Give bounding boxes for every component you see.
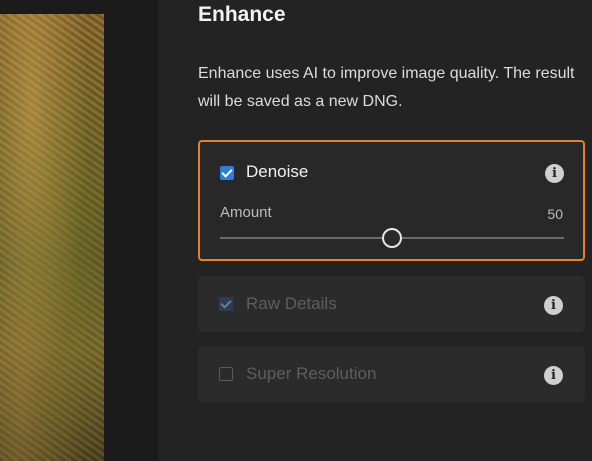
- super-resolution-checkbox: [219, 367, 233, 381]
- amount-label: Amount: [220, 204, 272, 221]
- photo-preview: [0, 14, 104, 461]
- super-resolution-card: Super Resolution i: [198, 346, 585, 402]
- panel-title: Enhance: [198, 3, 286, 26]
- image-preview-area: [0, 0, 158, 461]
- denoise-label: Denoise: [246, 162, 309, 181]
- raw-details-card: Raw Details i: [198, 276, 585, 332]
- super-resolution-label: Super Resolution: [246, 364, 377, 383]
- denoise-checkbox[interactable]: [220, 166, 234, 180]
- info-icon[interactable]: i: [544, 366, 563, 385]
- info-icon[interactable]: i: [544, 296, 563, 315]
- raw-details-label: Raw Details: [246, 294, 337, 313]
- amount-slider-thumb[interactable]: [382, 228, 402, 248]
- panel-description: Enhance uses AI to improve image quality…: [198, 65, 575, 110]
- info-icon[interactable]: i: [545, 164, 564, 183]
- amount-value: 50: [547, 206, 563, 222]
- raw-details-checkbox: [219, 297, 233, 311]
- denoise-card[interactable]: Denoise i Amount 50: [198, 140, 585, 261]
